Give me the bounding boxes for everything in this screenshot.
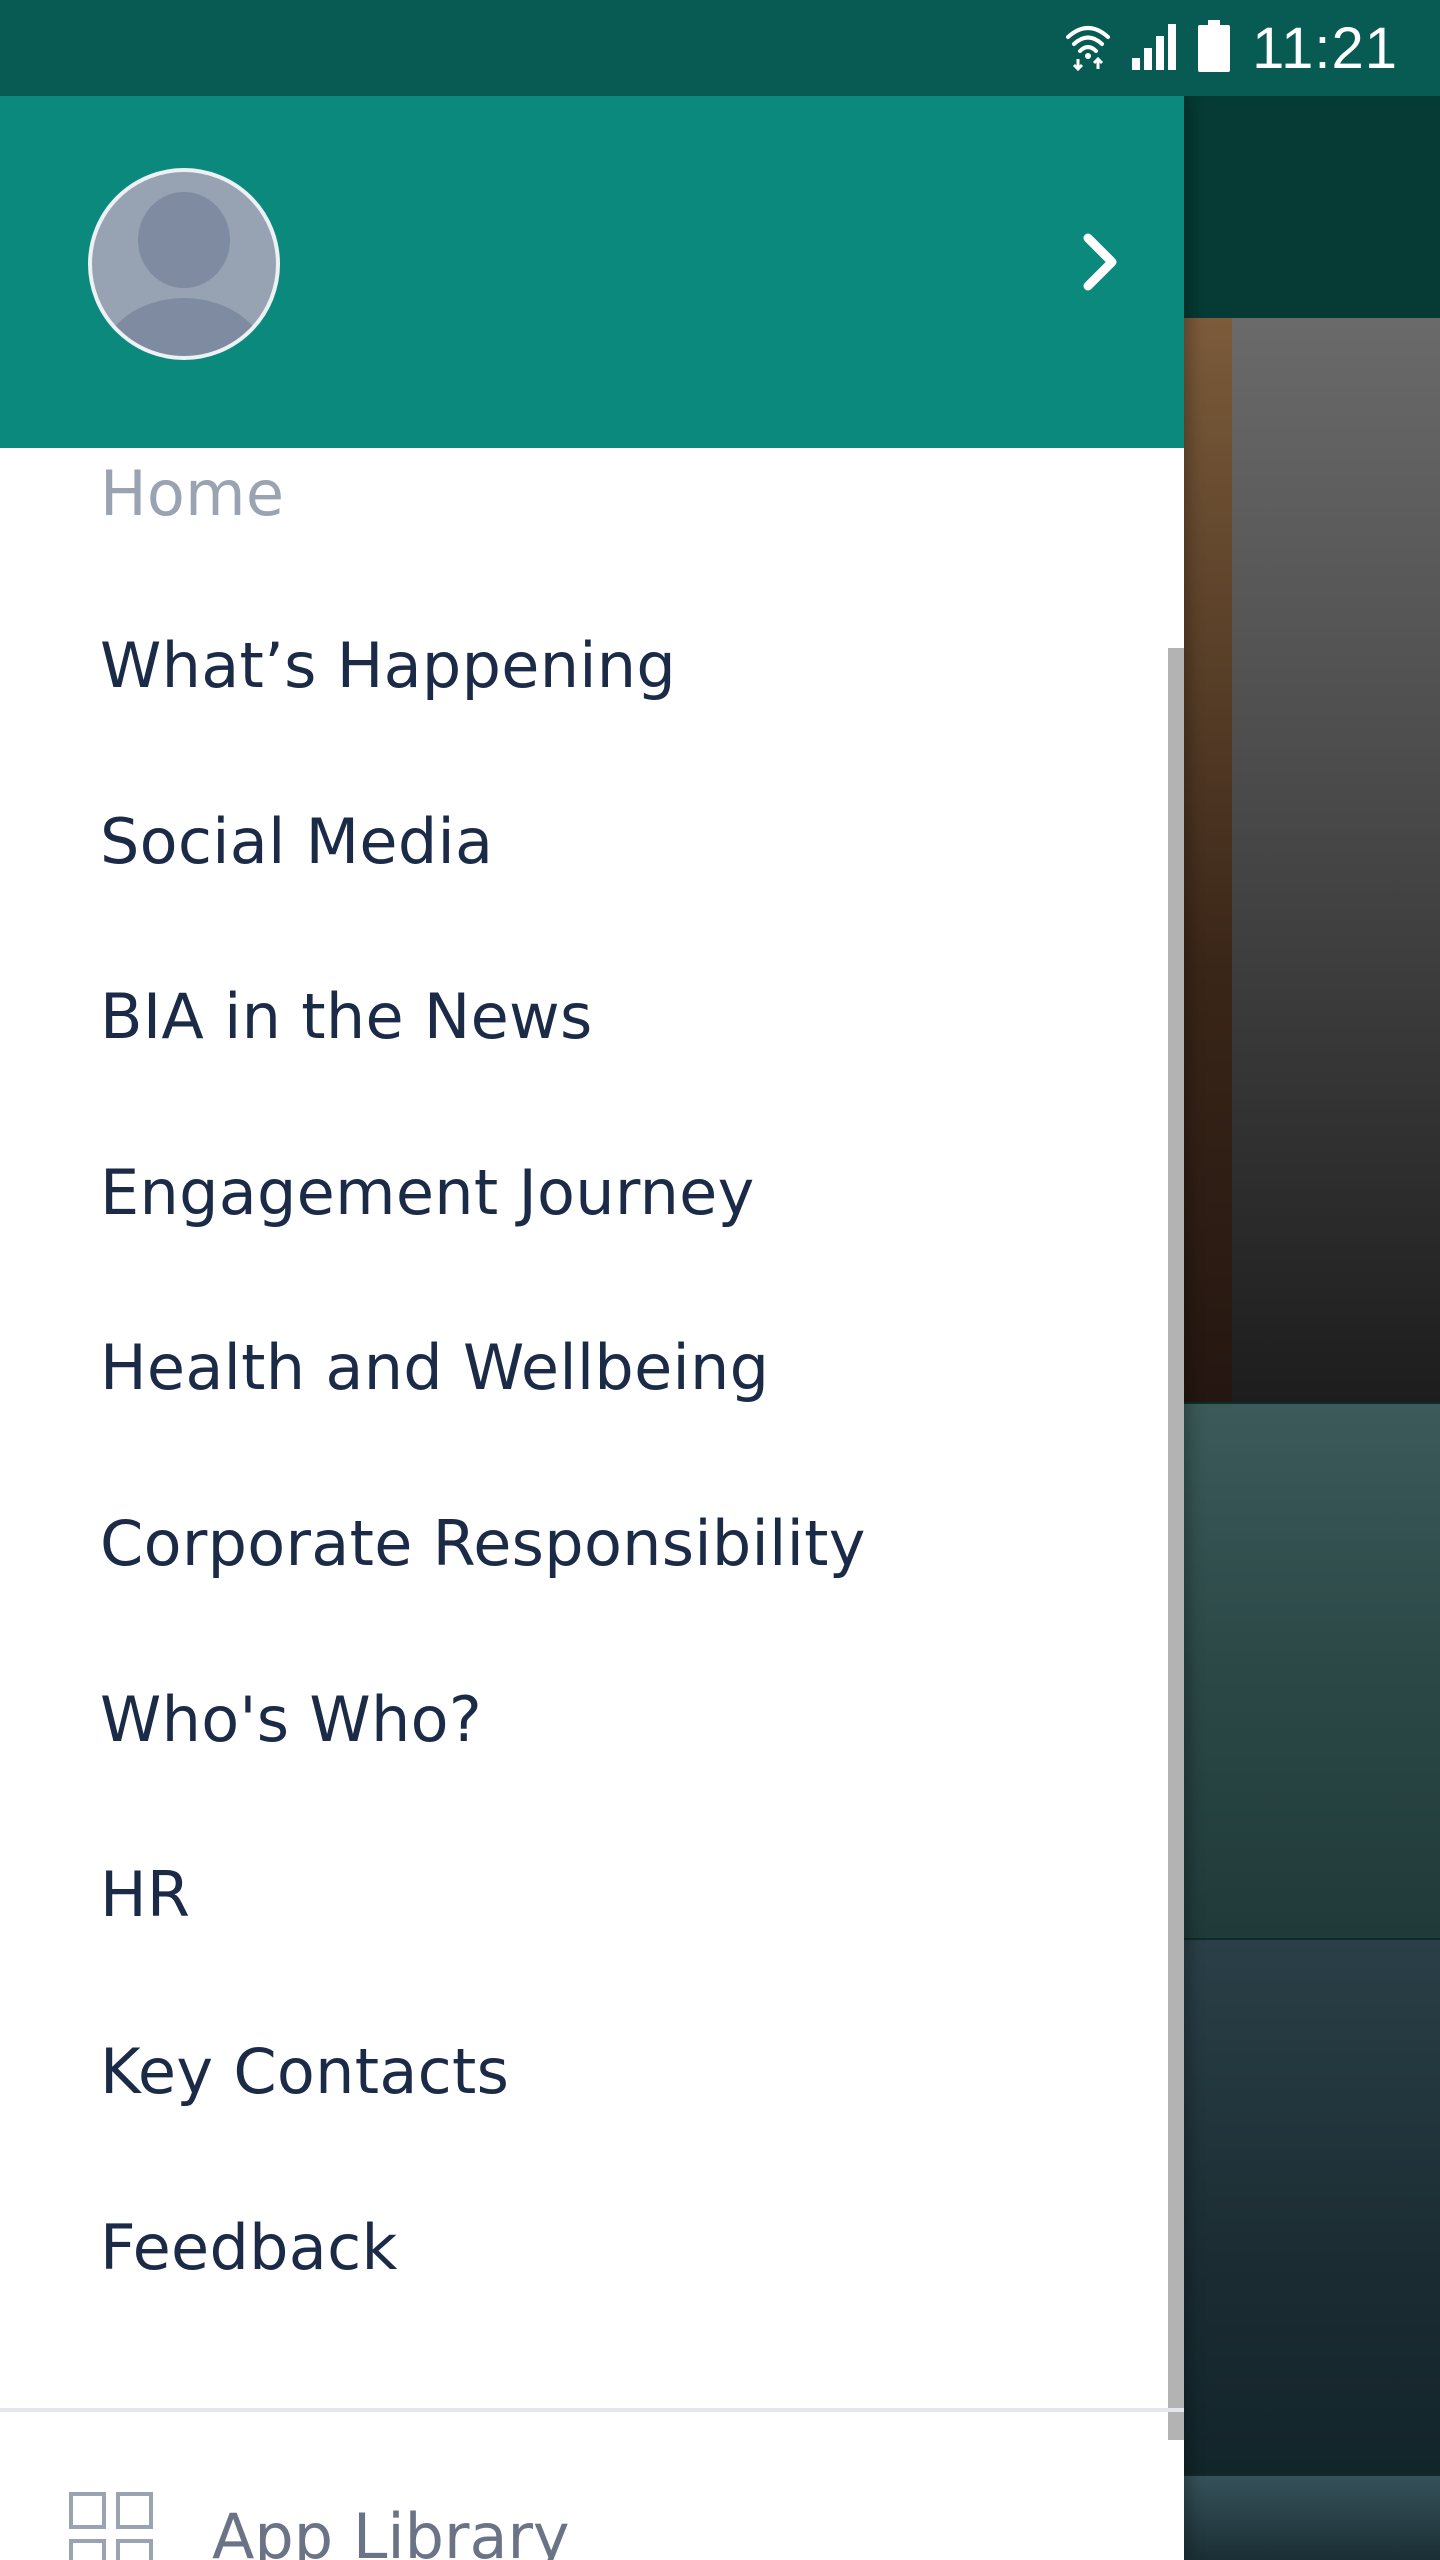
status-icons — [1064, 20, 1231, 76]
menu-item-social-media[interactable]: Social Media — [100, 791, 493, 891]
scrollbar[interactable] — [1168, 648, 1184, 2440]
avatar-head — [138, 192, 230, 288]
battery-icon — [1198, 20, 1231, 76]
app-library-button[interactable]: App Library — [68, 2486, 570, 2560]
menu-item-home[interactable]: Home — [100, 448, 284, 543]
background-image — [1184, 318, 1440, 1402]
menu-item-corporate-responsibility[interactable]: Corporate Responsibility — [100, 1493, 866, 1593]
menu-item-whos-who[interactable]: Who's Who? — [100, 1669, 482, 1769]
drawer-menu: Home What’s Happening Social Media BIA i… — [0, 448, 1184, 2456]
signal-icon — [1130, 22, 1180, 74]
menu-item-whats-happening[interactable]: What’s Happening — [100, 615, 676, 715]
avatar-body — [98, 298, 270, 356]
drawer-divider — [0, 2408, 1184, 2412]
wifi-icon — [1064, 21, 1112, 75]
background-image — [1184, 1404, 1440, 1938]
status-time: 11:21 — [1252, 15, 1398, 81]
menu-item-hr[interactable]: HR — [100, 1844, 190, 1944]
menu-item-key-contacts[interactable]: Key Contacts — [100, 2021, 509, 2121]
navigation-drawer: Home What’s Happening Social Media BIA i… — [0, 96, 1184, 2560]
menu-item-health-and-wellbeing[interactable]: Health and Wellbeing — [100, 1317, 769, 1417]
chevron-right-icon[interactable] — [1068, 230, 1132, 294]
grid-icon — [68, 2491, 154, 2560]
drawer-header[interactable] — [0, 96, 1184, 448]
menu-item-bia-in-the-news[interactable]: BIA in the News — [100, 966, 593, 1066]
background-image — [1184, 1940, 1440, 2474]
avatar-placeholder-icon[interactable] — [88, 168, 280, 360]
background-image — [1184, 2476, 1440, 2560]
status-bar: 11:21 — [0, 0, 1440, 96]
menu-item-feedback[interactable]: Feedback — [100, 2197, 398, 2297]
app-library-label: App Library — [212, 2499, 570, 2560]
menu-item-engagement-journey[interactable]: Engagement Journey — [100, 1142, 755, 1242]
